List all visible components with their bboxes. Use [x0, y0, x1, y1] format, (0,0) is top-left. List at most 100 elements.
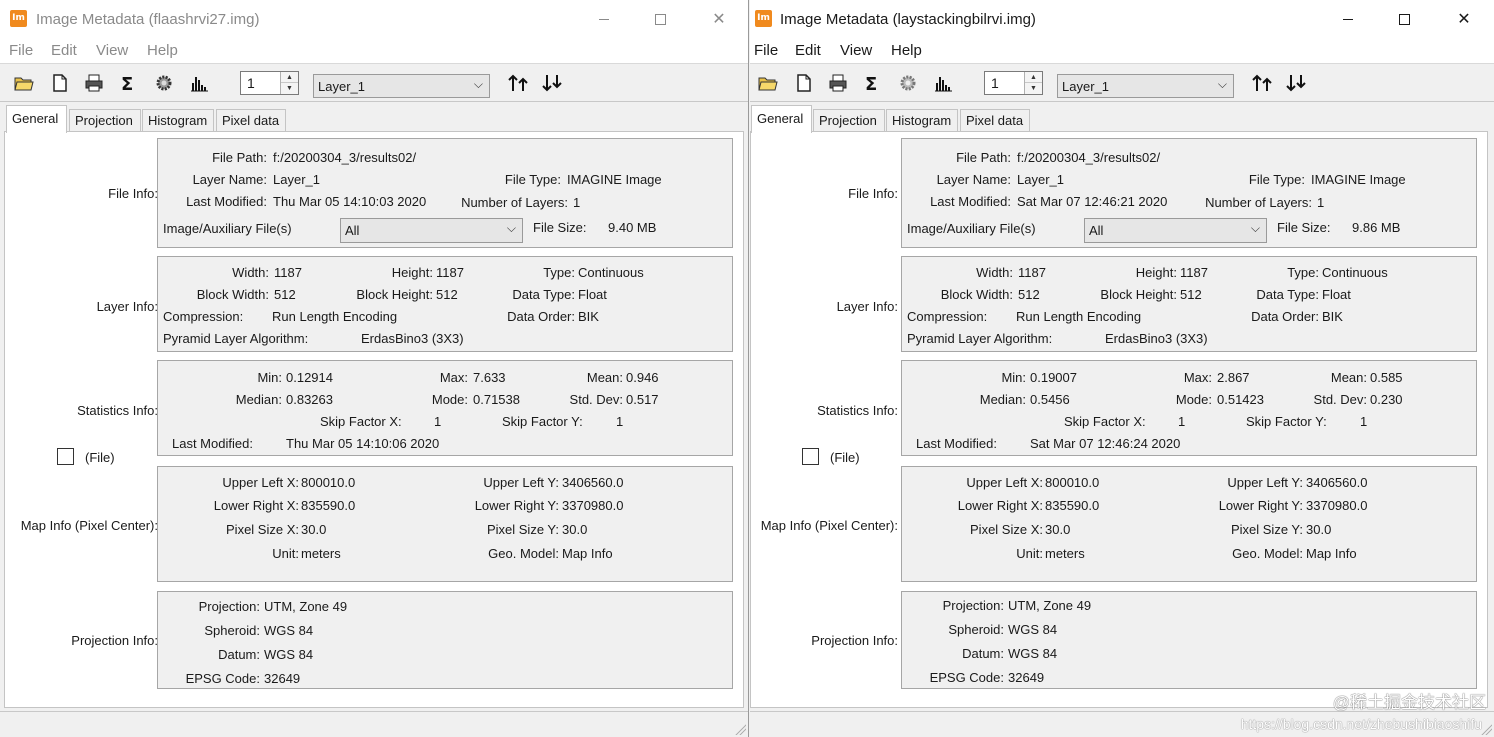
menu-edit[interactable]: Edit: [795, 42, 821, 60]
svg-text:Σ: Σ: [865, 74, 877, 93]
menu-view[interactable]: View: [840, 42, 872, 60]
spin-up-icon[interactable]: ▲: [281, 72, 298, 83]
app-logo-icon: Im: [755, 10, 772, 27]
skip-factor-y-value: 1: [1360, 414, 1368, 429]
auxiliary-file-select[interactable]: All ⌵: [1084, 218, 1267, 243]
minimize-button[interactable]: [586, 7, 622, 31]
sigma-icon[interactable]: Σ: [862, 73, 882, 93]
tab-bar: General Projection Histogram Pixel data: [750, 102, 1494, 133]
lower-right-x-value: 835590.0: [1045, 498, 1100, 513]
menu-edit[interactable]: Edit: [51, 42, 77, 60]
menu-file[interactable]: File: [9, 42, 33, 60]
print-icon[interactable]: [828, 73, 848, 93]
number-of-layers-value: 1: [1317, 195, 1325, 210]
layer-select[interactable]: Layer_1 ⌵: [1057, 74, 1234, 98]
statistics-info-group: Min: 0.12914 Max: 7.633 Mean: 0.946 Medi…: [157, 360, 733, 456]
gear-icon[interactable]: [898, 73, 918, 93]
tab-histogram[interactable]: Histogram: [886, 109, 958, 132]
sort-down-icon[interactable]: [1285, 73, 1309, 93]
title-bar[interactable]: Im Image Metadata (flaashrvi27.img) ✕: [0, 0, 748, 38]
resize-grip-icon[interactable]: [734, 723, 746, 735]
tab-general[interactable]: General: [751, 105, 812, 133]
tab-projection[interactable]: Projection: [813, 109, 885, 132]
skip-factor-y-value: 1: [616, 414, 624, 429]
maximize-button[interactable]: [1386, 7, 1422, 31]
mean-value: 0.946: [626, 370, 659, 385]
tab-projection[interactable]: Projection: [69, 109, 141, 132]
geo-model-value: Map Info: [1306, 546, 1357, 561]
std-dev-value: 0.517: [626, 392, 659, 407]
last-modified-value: Sat Mar 07 12:46:21 2020: [1017, 194, 1168, 209]
general-panel: File Info: Layer Info: Statistics Info: …: [750, 131, 1488, 708]
maximize-button[interactable]: [642, 7, 678, 31]
menu-file[interactable]: File: [754, 42, 778, 60]
width-value: 1187: [1018, 265, 1046, 280]
window-title: Image Metadata (flaashrvi27.img): [36, 11, 260, 28]
sort-up-icon[interactable]: [1251, 73, 1275, 93]
projection-value: UTM, Zone 49: [1008, 598, 1092, 613]
menu-help[interactable]: Help: [891, 42, 922, 60]
layer-select[interactable]: Layer_1 ⌵: [313, 74, 490, 98]
sigma-icon[interactable]: Σ: [118, 73, 138, 93]
block-width-value: 512: [1018, 287, 1040, 302]
statistics-info-group: Min: 0.19007 Max: 2.867 Mean: 0.585 Medi…: [901, 360, 1477, 456]
spin-down-icon[interactable]: ▼: [1025, 83, 1042, 94]
auxiliary-file-select[interactable]: All ⌵: [340, 218, 523, 243]
layer-number-spinner[interactable]: 1 ▲ ▼: [240, 71, 299, 95]
geo-model-value: Map Info: [562, 546, 613, 561]
menu-view[interactable]: View: [96, 42, 128, 60]
spin-down-icon[interactable]: ▼: [281, 83, 298, 94]
layer-number-spinner[interactable]: 1 ▲ ▼: [984, 71, 1043, 95]
open-folder-icon[interactable]: [758, 73, 778, 93]
map-info-label: Map Info (Pixel Center):: [20, 518, 158, 533]
gear-icon[interactable]: [154, 73, 174, 93]
close-button[interactable]: ✕: [701, 7, 737, 31]
datum-value: WGS 84: [1008, 646, 1058, 661]
file-size-value: 9.40 MB: [608, 220, 657, 235]
file-type-value: IMAGINE Image: [567, 172, 662, 187]
median-value: 0.5456: [1030, 392, 1070, 407]
tab-pixel-data[interactable]: Pixel data: [216, 109, 286, 132]
upper-left-y-value: 3406560.0: [1306, 475, 1368, 490]
max-value: 2.867: [1217, 370, 1250, 385]
maximize-icon: [1398, 14, 1410, 25]
pixel-size-y-value: 30.0: [1306, 522, 1332, 537]
new-document-icon[interactable]: [794, 73, 814, 93]
unit-value: meters: [1045, 546, 1085, 561]
file-info-label: File Info:: [848, 186, 898, 201]
projection-info-group: Projection: UTM, Zone 49 Spheroid: WGS 8…: [157, 591, 733, 689]
close-button[interactable]: ✕: [1446, 7, 1482, 31]
file-checkbox-label: (File): [85, 450, 115, 465]
new-document-icon[interactable]: [50, 73, 70, 93]
metadata-window-right: Im Image Metadata (laystackingbilrvi.img…: [750, 0, 1494, 737]
sort-down-icon[interactable]: [541, 73, 565, 93]
histogram-icon[interactable]: [933, 73, 953, 93]
tab-histogram[interactable]: Histogram: [142, 109, 214, 132]
height-value: 1187: [436, 265, 464, 280]
minimize-button[interactable]: [1330, 7, 1366, 31]
svg-text:Σ: Σ: [121, 74, 133, 93]
tab-pixel-data[interactable]: Pixel data: [960, 109, 1030, 132]
data-type-value: Float: [578, 287, 607, 302]
lower-right-y-value: 3370980.0: [1306, 498, 1368, 513]
maximize-icon: [654, 14, 666, 25]
histogram-icon[interactable]: [189, 73, 209, 93]
print-icon[interactable]: [84, 73, 104, 93]
tab-general[interactable]: General: [6, 105, 67, 133]
file-checkbox[interactable]: [57, 448, 74, 465]
open-folder-icon[interactable]: [14, 73, 34, 93]
sort-up-icon[interactable]: [507, 73, 531, 93]
data-type-value: Float: [1322, 287, 1351, 302]
title-bar[interactable]: Im Image Metadata (laystackingbilrvi.img…: [750, 0, 1494, 38]
file-info-group: File Path: f:/20200304_3/results02/ Laye…: [901, 138, 1477, 248]
spin-up-icon[interactable]: ▲: [1025, 72, 1042, 83]
menu-bar: File Edit View Help: [0, 38, 748, 64]
menu-bar: File Edit View Help: [750, 38, 1494, 64]
pyramid-value: ErdasBino3 (3X3): [361, 331, 464, 346]
max-value: 7.633: [473, 370, 506, 385]
tab-bar: General Projection Histogram Pixel data: [0, 102, 748, 133]
toolbar: Σ 1 ▲ ▼ Layer_1 ⌵: [0, 65, 748, 102]
file-checkbox[interactable]: [802, 448, 819, 465]
menu-help[interactable]: Help: [147, 42, 178, 60]
block-height-value: 512: [1180, 287, 1202, 302]
